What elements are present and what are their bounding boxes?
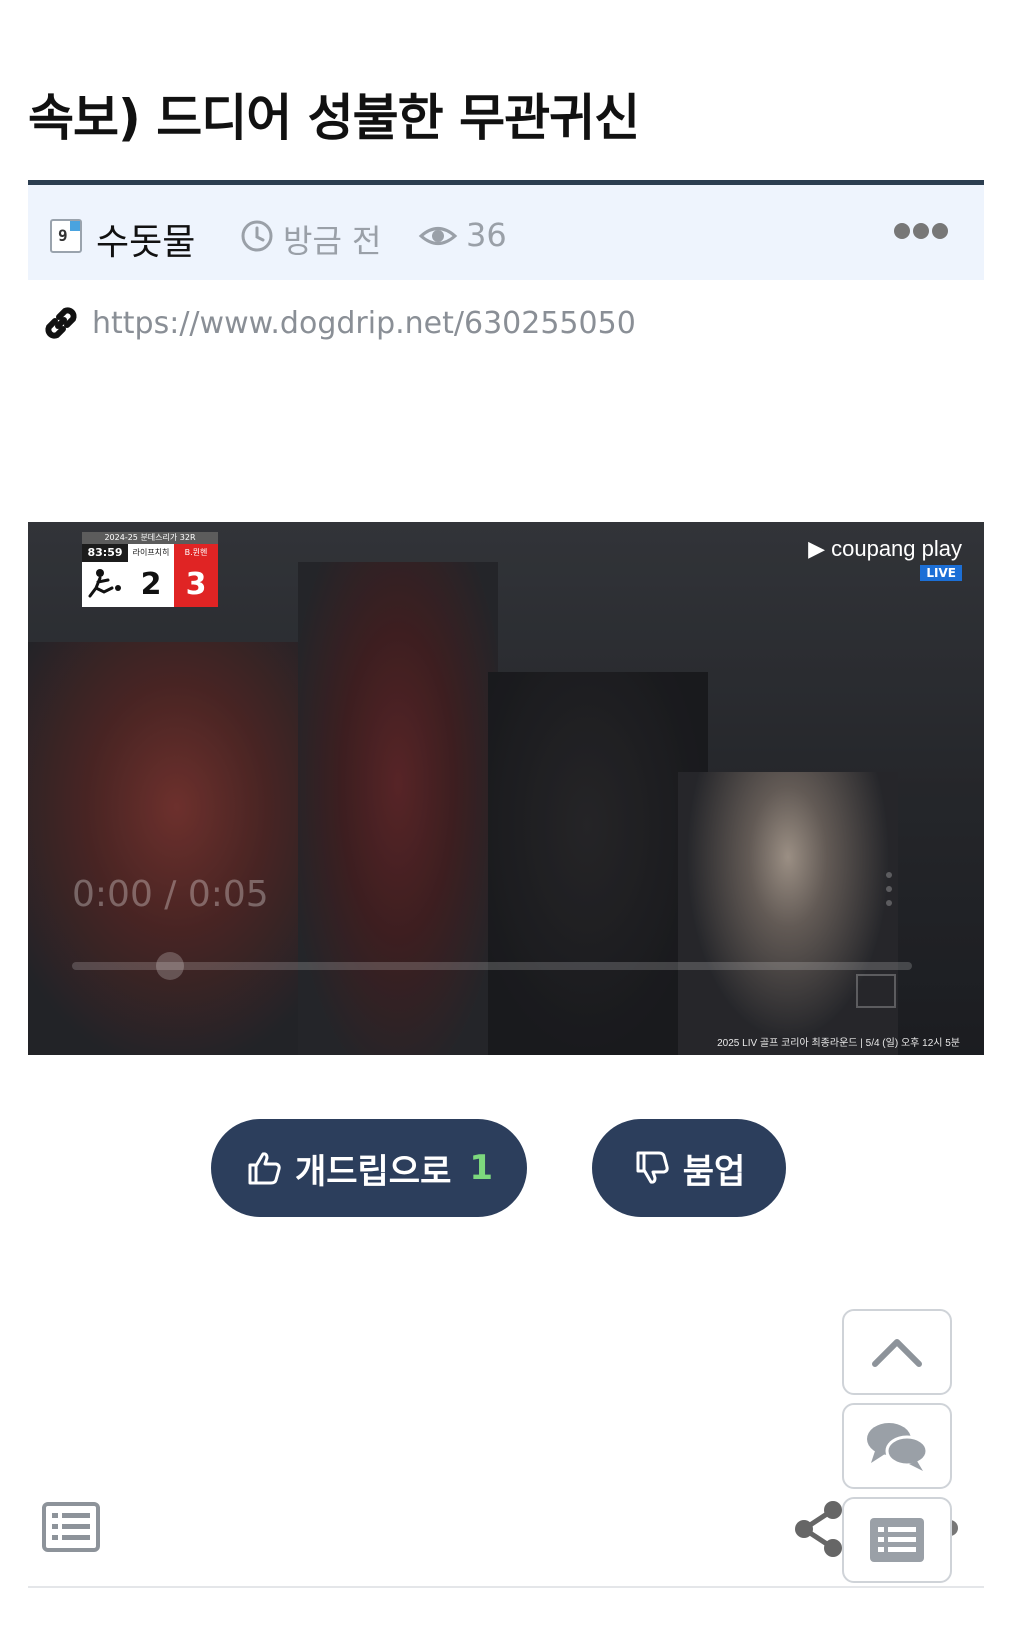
divider	[28, 1586, 984, 1588]
scoreboard-clock: 83:59	[82, 544, 128, 562]
downvote-label: 붐업	[682, 1151, 746, 1192]
comments-button[interactable]	[842, 1403, 952, 1489]
scroll-top-button[interactable]	[842, 1309, 952, 1395]
chevron-up-icon	[872, 1339, 922, 1367]
author-level-badge: 9	[50, 219, 82, 253]
upvote-label: 개드립으로	[294, 1151, 452, 1192]
scoreboard: 2024-25 분데스리가 32R 83:59 라이프치히 B.뮌헨 2 3	[82, 532, 218, 607]
video-progress-track[interactable]	[72, 962, 912, 970]
author-level-text: 9	[58, 226, 68, 245]
thumbs-down-icon	[636, 1151, 669, 1184]
scoreboard-home-score: 2	[140, 567, 162, 602]
live-badge: LIVE	[920, 565, 962, 581]
fullscreen-icon[interactable]	[856, 974, 896, 1008]
list-button[interactable]	[842, 1497, 952, 1583]
video-progress-knob[interactable]	[156, 952, 184, 980]
more-dots-icon[interactable]	[894, 223, 948, 239]
post-link[interactable]: https://www.dogdrip.net/630255050	[40, 302, 636, 344]
broadcaster-brand: ▶ coupang play LIVE	[808, 536, 962, 581]
scoreboard-away-team: B.뮌헨	[174, 544, 218, 562]
list-icon	[870, 1518, 924, 1562]
scoreboard-away-score: 3	[174, 562, 218, 607]
video-ticker: 2025 LIV 골프 코리아 최종라운드 | 5/4 (일) 오후 12시 5…	[717, 1038, 960, 1049]
link-icon	[45, 307, 77, 339]
video-time-display: 0:00 / 0:05	[72, 874, 269, 915]
post-meta-bar: 9 수돗물 방금 전 36	[28, 180, 984, 280]
upvote-count: 1	[469, 1148, 494, 1188]
eye-icon	[418, 227, 458, 245]
comments-icon	[867, 1423, 929, 1471]
thumbs-up-icon	[248, 1152, 281, 1185]
post-title: 속보) 드디어 성불한 무관귀신	[28, 89, 640, 147]
bundesliga-logo-icon	[88, 569, 121, 598]
scoreboard-league: 2024-25 분데스리가 32R	[82, 532, 218, 544]
list-icon[interactable]	[42, 1502, 100, 1556]
share-icon[interactable]	[793, 1500, 847, 1562]
post-link-url[interactable]: https://www.dogdrip.net/630255050	[92, 306, 636, 341]
scoreboard-home-team: 라이프치히	[128, 544, 174, 562]
view-count: 36	[466, 216, 507, 254]
broadcaster-name: ▶ coupang play	[808, 536, 962, 561]
play-triangle-icon: ▶	[808, 536, 825, 561]
post-time: 방금 전	[283, 222, 382, 260]
clock-icon	[241, 220, 273, 252]
video-options-icon[interactable]	[886, 872, 892, 906]
author-name[interactable]: 수돗물	[96, 213, 195, 265]
upvote-button[interactable]: 개드립으로 1	[211, 1119, 527, 1217]
video-player[interactable]: 2024-25 분데스리가 32R 83:59 라이프치히 B.뮌헨 2 3 ▶…	[28, 522, 984, 1055]
downvote-button[interactable]: 붐업	[592, 1119, 786, 1217]
